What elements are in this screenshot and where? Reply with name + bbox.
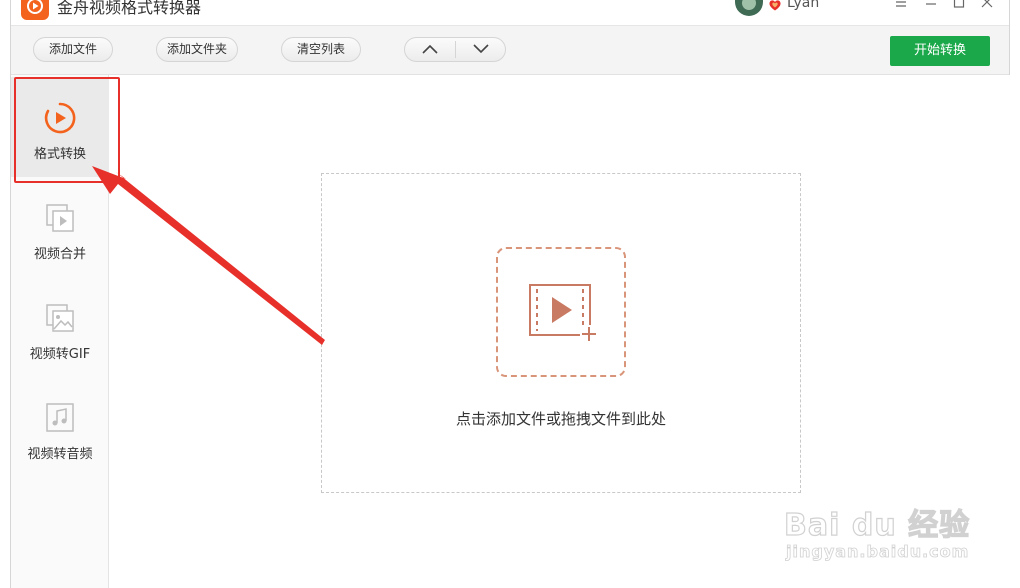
close-icon[interactable] (979, 0, 995, 12)
add-video-icon (529, 284, 598, 343)
sidebar-item-video-to-gif[interactable]: 视频转GIF (11, 277, 109, 377)
clear-list-button[interactable]: 清空列表 (281, 37, 361, 62)
play-circle-icon (43, 101, 77, 135)
sidebar-item-label: 视频转音频 (27, 447, 93, 462)
move-button-group (404, 37, 506, 62)
sidebar-item-video-merge[interactable]: 视频合并 (11, 177, 109, 277)
user-avatar[interactable] (735, 0, 763, 16)
move-down-button[interactable] (456, 38, 506, 61)
music-note-icon (43, 401, 77, 435)
file-list-area: 点击添加文件或拖拽文件到此处 (110, 75, 1010, 588)
add-folder-button[interactable]: 添加文件夹 (156, 37, 238, 62)
toolbar: 添加文件 添加文件夹 清空列表 开始转换 (11, 25, 1009, 75)
start-convert-button[interactable]: 开始转换 (890, 36, 990, 66)
app-window: 金舟视频格式转换器 Lyan 添加文件 添加文件夹 清空列表 开始转换 格式转换… (10, 0, 1010, 588)
add-file-button[interactable]: 添加文件 (33, 37, 113, 62)
add-video-box[interactable] (496, 247, 626, 377)
chevron-down-icon (473, 44, 489, 54)
image-icon (43, 301, 77, 335)
sidebar: 格式转换 视频合并 视频转GIF 视频转音频 (11, 75, 109, 588)
move-up-button[interactable] (405, 38, 455, 61)
video-merge-icon (43, 201, 77, 235)
minimize-icon[interactable] (923, 0, 939, 12)
sidebar-item-video-to-audio[interactable]: 视频转音频 (11, 377, 109, 477)
sidebar-item-format-convert[interactable]: 格式转换 (11, 77, 109, 177)
maximize-icon[interactable] (951, 0, 967, 12)
title-bar: 金舟视频格式转换器 Lyan (11, 0, 1009, 25)
vip-heart-icon (768, 0, 782, 11)
sidebar-item-label: 格式转换 (33, 147, 86, 162)
app-logo-icon (21, 0, 49, 20)
chevron-up-icon (422, 44, 438, 54)
drop-zone[interactable]: 点击添加文件或拖拽文件到此处 (321, 173, 801, 493)
sidebar-item-label: 视频转GIF (29, 347, 91, 362)
menu-icon[interactable] (893, 0, 909, 12)
user-name[interactable]: Lyan (787, 0, 819, 11)
app-title: 金舟视频格式转换器 (57, 0, 202, 17)
drop-zone-hint: 点击添加文件或拖拽文件到此处 (455, 410, 666, 428)
sidebar-item-label: 视频合并 (33, 247, 86, 262)
